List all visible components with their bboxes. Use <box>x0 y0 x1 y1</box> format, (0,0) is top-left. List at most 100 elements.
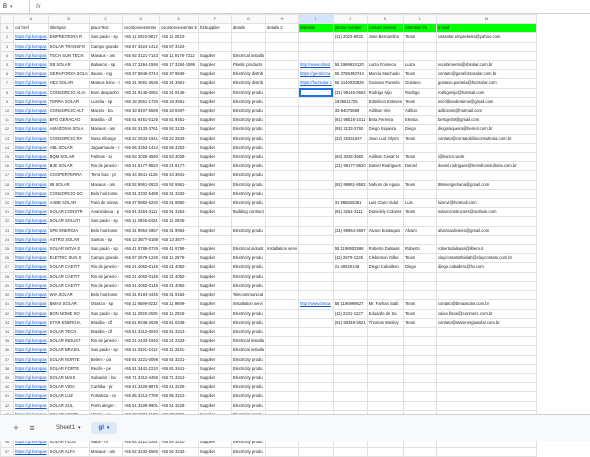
table-cell[interactable]: https://gl.kompas <box>13 124 49 135</box>
table-cell[interactable]: Rodrigo <box>402 87 437 98</box>
column-header-g[interactable]: G <box>230 13 267 25</box>
column-title-cell[interactable]: coordonneesInter <box>121 23 160 34</box>
table-cell[interactable] <box>298 363 334 374</box>
table-cell[interactable]: Supplier <box>197 225 232 236</box>
table-cell[interactable] <box>402 216 437 227</box>
table-cell[interactable]: Palmas - to <box>88 152 123 163</box>
table-cell[interactable]: Nahum de Aguia <box>366 179 404 190</box>
table-cell[interactable]: Roberto <box>402 244 437 255</box>
table-cell[interactable]: SOLAR BRASIL <box>47 345 90 356</box>
table-cell[interactable]: http://www.sbsol <box>298 60 334 71</box>
table-cell[interactable]: https://gl.kompas <box>13 253 49 264</box>
table-cell[interactable]: +55 91 3221-0098 <box>121 354 160 365</box>
table-cell[interactable]: Sao paulo - sp <box>88 32 123 43</box>
table-cell[interactable]: COOPERTERRA <box>47 170 90 181</box>
column-header-b[interactable]: B <box>47 13 90 25</box>
row-header[interactable]: 18 <box>0 179 14 190</box>
table-cell[interactable]: +55 41 3225- <box>158 382 199 393</box>
table-cell[interactable]: https://gl.kompas <box>13 244 49 255</box>
table-cell[interactable]: contato@bmaxsolar.com.br <box>435 299 537 310</box>
table-cell[interactable] <box>264 400 300 411</box>
table-cell[interactable]: https://gl.kompas <box>13 234 49 246</box>
table-cell[interactable] <box>435 142 537 154</box>
table-cell[interactable] <box>435 446 537 457</box>
table-cell[interactable]: https://gl.kompas <box>13 41 49 52</box>
table-cell[interactable]: CONSORCIO SO <box>47 188 90 200</box>
table-cell[interactable] <box>402 372 437 384</box>
table-cell[interactable] <box>402 391 437 402</box>
row-header[interactable]: 31 <box>0 299 14 310</box>
table-cell[interactable]: +55 85 3212- <box>158 391 199 402</box>
table-cell[interactable] <box>435 280 537 292</box>
table-cell[interactable]: Team <box>402 253 437 264</box>
table-cell[interactable]: +55 91 3254- <box>158 207 199 218</box>
table-cell[interactable]: Danielely Colares <box>366 207 404 218</box>
table-cell[interactable] <box>264 188 300 200</box>
table-cell[interactable]: Supplier <box>197 96 232 108</box>
table-cell[interactable]: Electricity produ <box>230 106 267 117</box>
column-title-cell[interactable]: details <box>230 23 267 34</box>
table-cell[interactable]: BQM SOLAR <box>47 152 90 163</box>
table-cell[interactable] <box>264 271 300 282</box>
table-cell[interactable]: https://gl.kompas <box>13 354 49 365</box>
table-cell[interactable] <box>264 87 300 98</box>
table-cell[interactable]: Diego <box>402 262 437 273</box>
table-cell[interactable] <box>298 115 334 126</box>
table-cell[interactable]: +55 11 2023- <box>158 32 199 43</box>
table-cell[interactable]: SOLAR FORTE <box>47 363 90 374</box>
row-header[interactable]: 4 <box>0 50 14 62</box>
table-cell[interactable]: Team <box>402 96 437 108</box>
table-cell[interactable]: Supplier <box>197 363 232 374</box>
table-cell[interactable] <box>366 363 404 374</box>
table-cell[interactable] <box>264 326 300 338</box>
table-cell[interactable] <box>298 142 334 154</box>
table-cell[interactable]: Team <box>402 317 437 328</box>
table-cell[interactable] <box>402 345 437 356</box>
table-cell[interactable]: Gustavo Pamela <box>366 78 404 89</box>
table-cell[interactable]: https://gl.kompas <box>13 391 49 402</box>
table-cell[interactable]: https://gl.kompas <box>13 446 49 457</box>
table-cell[interactable]: Diego <box>402 124 437 135</box>
row-header[interactable]: 39 <box>0 372 14 384</box>
chevron-down-icon[interactable]: ▾ <box>10 4 13 10</box>
table-cell[interactable]: https://gl.kompas <box>13 382 49 393</box>
table-cell[interactable]: Supplier <box>197 115 232 126</box>
table-cell[interactable]: https://gl.kompas <box>13 299 49 310</box>
table-cell[interactable] <box>264 382 300 393</box>
table-cell[interactable]: +55 31 9145-0062 <box>121 87 160 98</box>
table-cell[interactable]: SB SOLAR <box>47 60 90 71</box>
table-cell[interactable]: +55 92 3133-3761 <box>121 124 160 135</box>
table-cell[interactable]: +55 13 3877-0188 <box>121 234 160 246</box>
table-cell[interactable]: Supplier <box>197 290 232 301</box>
table-cell[interactable] <box>197 32 232 43</box>
table-cell[interactable]: Belo horizonte <box>88 188 123 200</box>
table-cell[interactable]: +55 44 3641- <box>158 170 199 181</box>
table-cell[interactable]: CONSORCIO ALT <box>47 106 90 117</box>
table-cell[interactable]: Nova Iriborgo <box>88 133 123 144</box>
table-cell[interactable]: SOLAR CAETIT <box>47 271 90 282</box>
table-cell[interactable]: +55 81 3441- <box>158 363 199 374</box>
table-cell[interactable] <box>264 253 300 264</box>
table-cell[interactable]: +55 17 3264-1596 <box>121 60 160 71</box>
table-cell[interactable]: Rio de janeiro - <box>88 262 123 273</box>
table-cell[interactable]: SOLAR LUZ <box>47 391 90 402</box>
table-cell[interactable] <box>298 50 334 62</box>
table-cell[interactable]: (11) 2679-1226 <box>332 253 368 264</box>
column-title-cell[interactable]: contact person <box>366 23 404 34</box>
row-header[interactable]: 32 <box>0 308 14 319</box>
column-title-cell[interactable]: Attention To <box>402 23 437 34</box>
table-cell[interactable]: raissolar.empreiteira@yahoo.com <box>435 32 537 43</box>
table-cell[interactable]: Curitiba - pr <box>88 382 123 393</box>
table-cell[interactable]: Electricity produ <box>230 87 267 98</box>
table-cell[interactable] <box>435 400 537 411</box>
table-cell[interactable] <box>402 280 437 292</box>
table-cell[interactable]: +55 33 8407-5589 <box>121 106 160 117</box>
row-header[interactable]: 19 <box>0 188 14 200</box>
table-cell[interactable]: Mateus leme - r <box>88 78 123 89</box>
row-header[interactable]: 30 <box>0 290 14 301</box>
row-header[interactable]: 1 <box>0 23 14 34</box>
table-cell[interactable] <box>264 170 300 181</box>
table-cell[interactable]: Manaus - am <box>88 124 123 135</box>
table-cell[interactable]: Luis <box>402 198 437 209</box>
table-cell[interactable]: Electricity produ <box>230 354 267 365</box>
